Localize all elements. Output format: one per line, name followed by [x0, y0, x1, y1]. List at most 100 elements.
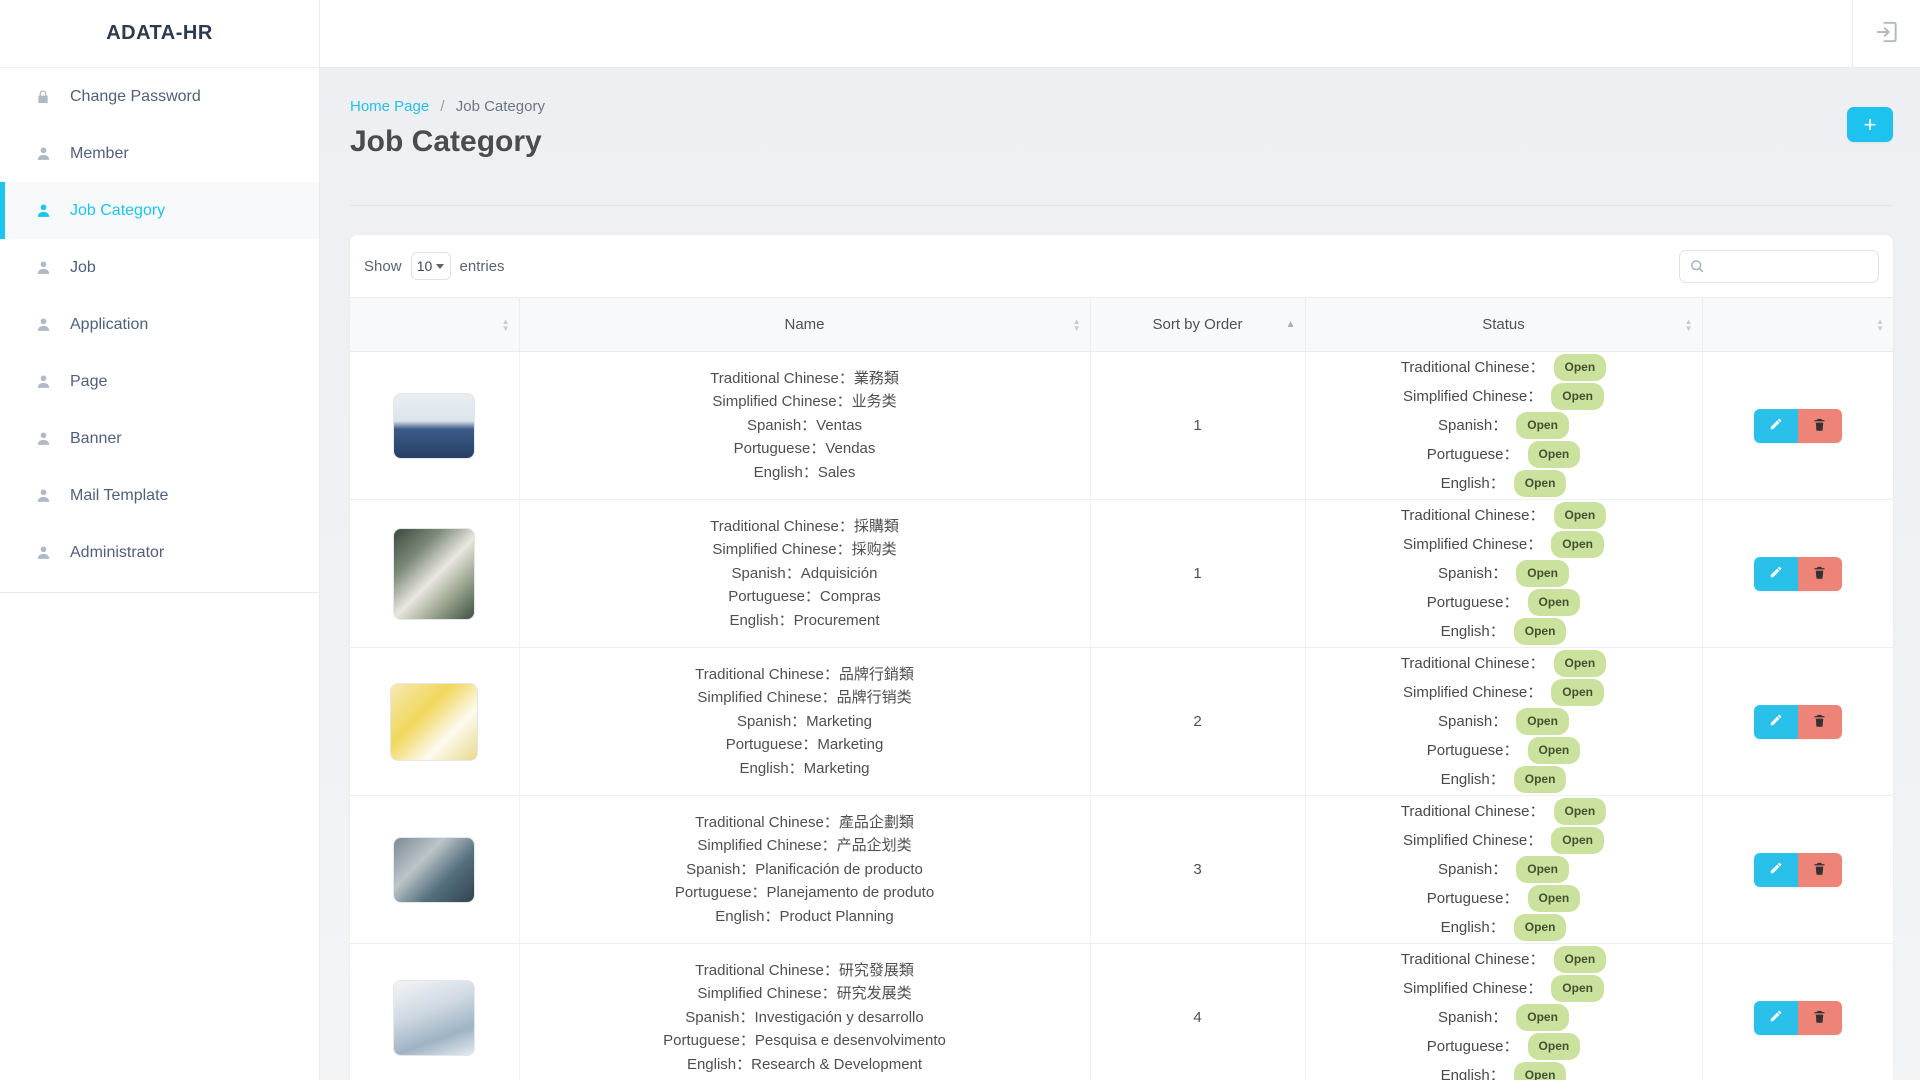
sidebar-item-member[interactable]: Member [0, 125, 319, 182]
name-line: Portuguese：Marketing [520, 733, 1090, 757]
name-line: English：Product Planning [520, 905, 1090, 929]
trash-icon [1812, 713, 1827, 731]
row-thumbnail-photo [393, 393, 475, 459]
page-size-control: Show 10 entries [364, 252, 505, 280]
search-box [1679, 250, 1879, 283]
edit-button[interactable] [1754, 1001, 1798, 1035]
app-brand: ADATA-HR [0, 0, 319, 68]
name-line: Portuguese：Pesquisa e desenvolvimento [520, 1029, 1090, 1053]
pencil-icon [1769, 1009, 1783, 1026]
status-cell: Traditional Chinese：OpenSimplified Chine… [1305, 352, 1702, 500]
status-badge-open: Open [1554, 354, 1607, 381]
column-header-status[interactable]: Status ▲▼ [1305, 298, 1702, 352]
add-category-button[interactable]: + [1847, 107, 1893, 142]
status-language-label: Traditional Chinese： [1401, 357, 1545, 378]
delete-button[interactable] [1798, 1001, 1842, 1035]
row-thumbnail-photo [393, 980, 475, 1056]
lock-icon [33, 89, 53, 105]
delete-button[interactable] [1798, 409, 1842, 443]
status-line: Simplified Chinese： Open [1306, 975, 1702, 1002]
status-line: English：Open [1306, 766, 1702, 793]
column-header-blank[interactable]: ▲▼ [1702, 298, 1893, 352]
sort-icons: ▲ [1286, 320, 1296, 330]
sidebar-item-page[interactable]: Page [0, 353, 319, 410]
status-language-label: English： [1441, 621, 1505, 642]
pencil-icon [1769, 417, 1783, 434]
sidebar: ADATA-HR Change Password Member Job Cate… [0, 0, 320, 1080]
name-line: Simplified Chinese：品牌行销类 [520, 686, 1090, 710]
sidebar-item-administrator[interactable]: Administrator [0, 524, 319, 581]
delete-button[interactable] [1798, 705, 1842, 739]
status-line: Traditional Chinese：Open [1306, 946, 1702, 973]
show-label: Show [364, 258, 402, 275]
edit-button[interactable] [1754, 705, 1798, 739]
page-size-select[interactable]: 10 [411, 252, 451, 280]
name-line: Simplified Chinese：採购类 [520, 538, 1090, 562]
page-title: Job Category [350, 125, 1893, 159]
main-content: Home Page / Job Category Job Category + … [320, 68, 1920, 1080]
edit-button[interactable] [1754, 557, 1798, 591]
status-cell: Traditional Chinese：OpenSimplified Chine… [1305, 500, 1702, 648]
entries-label: entries [460, 258, 505, 275]
user-icon [33, 544, 53, 561]
chevron-down-icon [436, 264, 444, 269]
name-line: Spanish：Planificación de producto [520, 858, 1090, 882]
column-header-blank[interactable]: ▲▼ [350, 298, 519, 352]
thumbnail-cell [350, 944, 519, 1080]
status-badge-open: Open [1514, 1062, 1567, 1080]
status-line: Traditional Chinese： Open [1306, 354, 1702, 381]
breadcrumb-home-link[interactable]: Home Page [350, 98, 429, 115]
thumbnail-cell [350, 500, 519, 648]
column-header-name[interactable]: Name ▲▼ [519, 298, 1090, 352]
status-badge-open: Open [1551, 975, 1604, 1002]
user-icon [33, 259, 53, 276]
status-language-label: Simplified Chinese： [1403, 978, 1542, 999]
name-line: Simplified Chinese：业务类 [520, 390, 1090, 414]
edit-button[interactable] [1754, 853, 1798, 887]
sort-order-value: 1 [1193, 565, 1201, 582]
status-line: Portuguese：Open [1306, 441, 1702, 468]
status-line: English：Open [1306, 1062, 1702, 1080]
sidebar-divider [0, 592, 319, 593]
sort-icons: ▲▼ [1073, 318, 1081, 332]
sidebar-item-banner[interactable]: Banner [0, 410, 319, 467]
sidebar-item-application[interactable]: Application [0, 296, 319, 353]
name-cell: Traditional Chinese：產品企劃類Simplified Chin… [519, 796, 1090, 944]
name-line: Portuguese：Compras [520, 585, 1090, 609]
column-header-sort-by-order[interactable]: Sort by Order ▲ [1090, 298, 1305, 352]
pencil-icon [1769, 861, 1783, 878]
status-line: Simplified Chinese：Open [1306, 679, 1702, 706]
breadcrumb: Home Page / Job Category [350, 98, 1893, 115]
status-language-label: Simplified Chinese： [1403, 534, 1542, 555]
status-language-label: Spanish： [1438, 711, 1507, 732]
status-line: Spanish：Open [1306, 560, 1702, 587]
status-badge-open: Open [1528, 589, 1581, 616]
status-badge-open: Open [1516, 412, 1569, 439]
status-language-label: Simplified Chinese： [1403, 830, 1542, 851]
user-icon [33, 316, 53, 333]
sidebar-item-change-password[interactable]: Change Password [0, 68, 319, 125]
status-language-label: Portuguese： [1427, 888, 1519, 909]
sidebar-item-job-category[interactable]: Job Category [0, 182, 319, 239]
status-badge-open: Open [1516, 1004, 1569, 1031]
edit-button[interactable] [1754, 409, 1798, 443]
status-language-label: Spanish： [1438, 859, 1507, 880]
status-language-label: Portuguese： [1427, 740, 1519, 761]
status-badge-open: Open [1554, 798, 1607, 825]
sidebar-item-job[interactable]: Job [0, 239, 319, 296]
delete-button[interactable] [1798, 557, 1842, 591]
sidebar-item-mail-template[interactable]: Mail Template [0, 467, 319, 524]
name-cell: Traditional Chinese：採購類Simplified Chines… [519, 500, 1090, 648]
delete-button[interactable] [1798, 853, 1842, 887]
status-line: Spanish：Open [1306, 1004, 1702, 1031]
status-language-label: Traditional Chinese： [1401, 949, 1545, 970]
status-badge-open: Open [1551, 827, 1604, 854]
status-language-label: Traditional Chinese： [1401, 653, 1545, 674]
logout-button[interactable] [1852, 0, 1920, 68]
search-input[interactable] [1679, 250, 1879, 283]
sort-order-value: 3 [1193, 861, 1201, 878]
actions-cell [1702, 944, 1893, 1080]
name-line: Simplified Chinese：产品企划类 [520, 834, 1090, 858]
status-line: English：Open [1306, 914, 1702, 941]
actions-cell [1702, 796, 1893, 944]
